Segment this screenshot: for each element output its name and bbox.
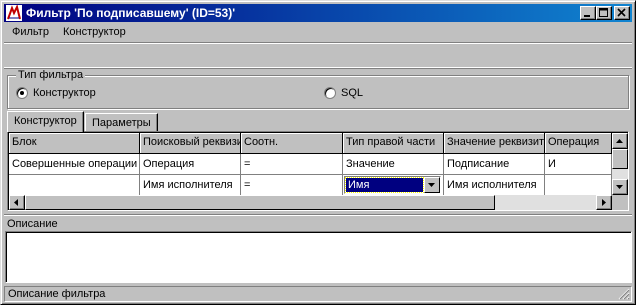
- column-header-relation[interactable]: Соотн.: [241, 133, 343, 154]
- table-cell[interactable]: [9, 175, 140, 196]
- table-cell[interactable]: Совершенные операции: [9, 154, 140, 175]
- table-cell[interactable]: Подписание: [444, 154, 545, 175]
- grid-body: Блок Поисковый реквизит Соотн. Тип право…: [9, 133, 612, 196]
- maximize-button[interactable]: [596, 6, 612, 20]
- filter-type-group: Тип фильтра Конструктор SQL: [7, 69, 629, 109]
- radio-sql[interactable]: SQL: [324, 87, 363, 99]
- table-cell[interactable]: [545, 175, 612, 196]
- vertical-scroll-thumb[interactable]: [612, 149, 628, 169]
- conditions-grid: Блок Поисковый реквизит Соотн. Тип право…: [7, 131, 629, 211]
- minimize-icon: [584, 15, 590, 17]
- grid-header-row: Блок Поисковый реквизит Соотн. Тип право…: [9, 133, 612, 154]
- close-button[interactable]: [614, 6, 630, 20]
- radio-sql-dot[interactable]: [324, 87, 336, 99]
- scroll-down-icon: [616, 185, 623, 189]
- tab-parameters[interactable]: Параметры: [85, 113, 158, 132]
- scroll-left-button[interactable]: [9, 195, 25, 210]
- radio-constructor-label: Конструктор: [33, 87, 96, 99]
- column-header-search-attr[interactable]: Поисковый реквизит: [140, 133, 241, 154]
- radio-constructor[interactable]: Конструктор: [16, 87, 96, 99]
- scroll-left-icon: [14, 199, 18, 206]
- table-cell[interactable]: Имя исполнителя: [444, 175, 545, 196]
- vertical-scrollbar[interactable]: [612, 133, 628, 195]
- table-cell[interactable]: И: [545, 154, 612, 175]
- horizontal-scroll-thumb[interactable]: [25, 195, 495, 210]
- title-bar[interactable]: Фильтр 'По подписавшему' (ID=53)': [4, 4, 632, 22]
- table-cell[interactable]: =: [241, 154, 343, 175]
- column-header-attr-value[interactable]: Значение реквизита: [444, 133, 545, 154]
- radio-constructor-dot[interactable]: [16, 87, 28, 99]
- menu-filter[interactable]: Фильтр: [12, 26, 49, 38]
- status-text: Описание фильтра: [8, 288, 106, 300]
- description-textarea[interactable]: [5, 231, 632, 283]
- scroll-right-icon: [602, 199, 606, 206]
- column-header-operation[interactable]: Операция: [545, 133, 612, 154]
- chevron-down-icon: [428, 183, 435, 187]
- status-bar: Описание фильтра: [4, 286, 632, 302]
- minimize-button[interactable]: [580, 6, 596, 20]
- scroll-up-icon: [616, 139, 623, 143]
- right-type-combobox[interactable]: Имя: [344, 176, 441, 194]
- maximize-icon: [599, 8, 608, 17]
- scroll-down-button[interactable]: [612, 179, 628, 195]
- table-cell[interactable]: Значение: [343, 154, 444, 175]
- radio-sql-label: SQL: [341, 87, 364, 99]
- menu-bar: Фильтр Конструктор: [4, 23, 632, 41]
- table-row[interactable]: Имя исполнителя = Имя Имя исполнителя: [9, 175, 612, 196]
- scroll-up-button[interactable]: [612, 133, 628, 149]
- filter-type-legend: Тип фильтра: [16, 69, 86, 81]
- table-cell[interactable]: Операция: [140, 154, 241, 175]
- tab-constructor[interactable]: Конструктор: [7, 111, 84, 132]
- splitter[interactable]: [4, 214, 632, 216]
- window-title: Фильтр 'По подписавшему' (ID=53)': [26, 6, 236, 20]
- size-grip-icon[interactable]: [618, 288, 630, 300]
- table-cell[interactable]: Имя исполнителя: [140, 175, 241, 196]
- toolbar: [4, 42, 632, 68]
- column-header-block[interactable]: Блок: [9, 133, 140, 154]
- table-cell[interactable]: =: [241, 175, 343, 196]
- app-icon: [6, 5, 22, 21]
- menu-constructor[interactable]: Конструктор: [63, 26, 126, 38]
- scroll-right-button[interactable]: [596, 195, 612, 210]
- filter-window: Фильтр 'По подписавшему' (ID=53)' Фильтр…: [0, 0, 636, 305]
- scrollbar-corner: [612, 195, 628, 210]
- column-header-right-type[interactable]: Тип правой части: [343, 133, 444, 154]
- description-label: Описание: [7, 218, 58, 230]
- right-type-cell-editing[interactable]: Имя: [343, 175, 444, 196]
- combobox-dropdown-button[interactable]: [424, 177, 440, 193]
- table-row[interactable]: Совершенные операции Операция = Значение…: [9, 154, 612, 175]
- close-icon: [617, 8, 626, 17]
- horizontal-scrollbar[interactable]: [9, 195, 612, 210]
- right-type-combobox-value[interactable]: Имя: [345, 177, 424, 193]
